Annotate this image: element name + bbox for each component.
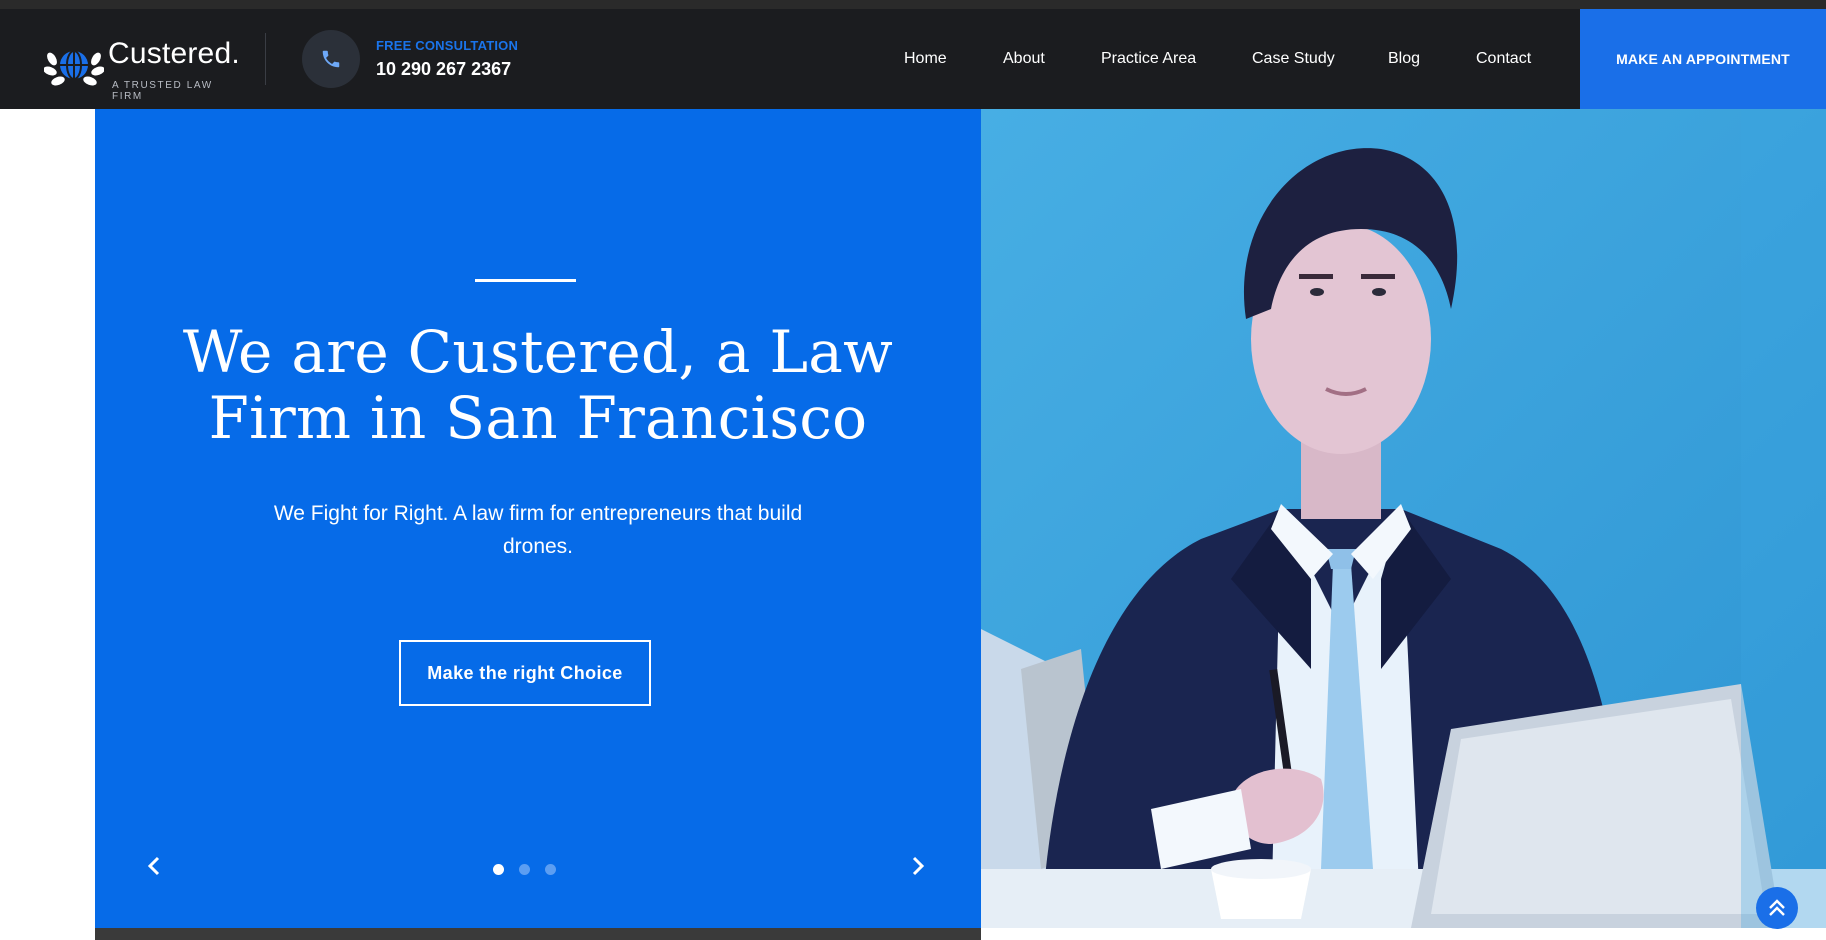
nav-home[interactable]: Home — [904, 50, 947, 68]
chevron-left-icon — [147, 856, 160, 876]
hero-cta-button[interactable]: Make the right Choice — [399, 640, 651, 706]
hero-image-lawyer — [981, 109, 1826, 928]
nav-about[interactable]: About — [1003, 50, 1045, 68]
hero-accent-line — [475, 279, 576, 282]
nav-contact[interactable]: Contact — [1476, 50, 1531, 68]
hero-subtitle: We Fight for Right. A law firm for entre… — [273, 502, 803, 558]
make-appointment-button[interactable]: MAKE AN APPOINTMENT — [1580, 9, 1826, 109]
hero-title: We are Custered, a Law Firm in San Franc… — [182, 318, 894, 452]
browser-top-strip — [0, 0, 1826, 9]
slider-dots — [493, 864, 583, 876]
next-section-preview — [95, 928, 981, 940]
nav-case-study[interactable]: Case Study — [1252, 50, 1335, 68]
slider-prev-button[interactable] — [139, 851, 169, 881]
slider-dot-3[interactable] — [545, 864, 556, 875]
site-header: Custered. A TRUSTED LAW FIRM FREE CONSUL… — [0, 9, 1826, 109]
chevron-right-icon — [912, 856, 925, 876]
slider-dot-2[interactable] — [519, 864, 530, 875]
slider-dot-1[interactable] — [493, 864, 504, 875]
main-nav: Home About Practice Area Case Study Blog… — [0, 9, 1580, 109]
slider-next-button[interactable] — [903, 851, 933, 881]
double-chevron-up-icon — [1769, 899, 1785, 916]
nav-blog[interactable]: Blog — [1388, 50, 1420, 68]
nav-practice-area[interactable]: Practice Area — [1101, 50, 1196, 68]
lawyer-illustration — [981, 109, 1826, 928]
scroll-to-top-button[interactable] — [1756, 887, 1798, 929]
hero-slide: We are Custered, a Law Firm in San Franc… — [95, 109, 981, 929]
